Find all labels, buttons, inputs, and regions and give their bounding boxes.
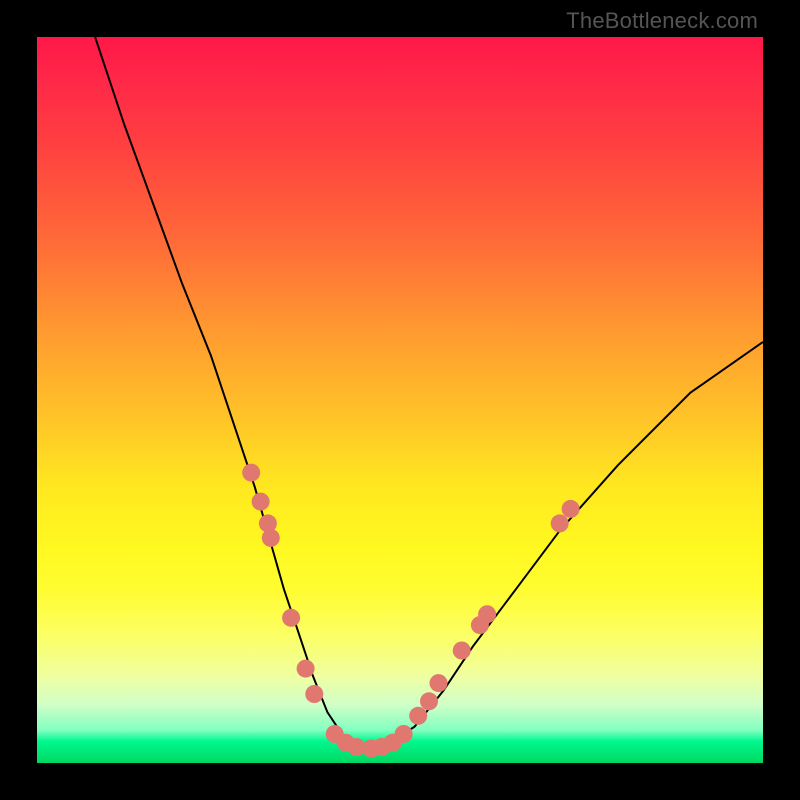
marker-dots bbox=[242, 464, 579, 758]
marker-dot bbox=[430, 674, 448, 692]
marker-dot bbox=[297, 660, 315, 678]
marker-dot bbox=[305, 685, 323, 703]
marker-dot bbox=[562, 500, 580, 518]
marker-dot bbox=[453, 642, 471, 660]
marker-dot bbox=[242, 464, 260, 482]
plot-area bbox=[37, 37, 763, 763]
bottleneck-curve bbox=[95, 37, 763, 749]
marker-dot bbox=[551, 514, 569, 532]
marker-dot bbox=[282, 609, 300, 627]
marker-dot bbox=[395, 725, 413, 743]
watermark-text: TheBottleneck.com bbox=[566, 8, 758, 34]
marker-dot bbox=[420, 692, 438, 710]
marker-dot bbox=[478, 605, 496, 623]
chart-frame: TheBottleneck.com bbox=[0, 0, 800, 800]
marker-dot bbox=[252, 493, 270, 511]
chart-svg bbox=[37, 37, 763, 763]
marker-dot bbox=[409, 707, 427, 725]
marker-dot bbox=[262, 529, 280, 547]
